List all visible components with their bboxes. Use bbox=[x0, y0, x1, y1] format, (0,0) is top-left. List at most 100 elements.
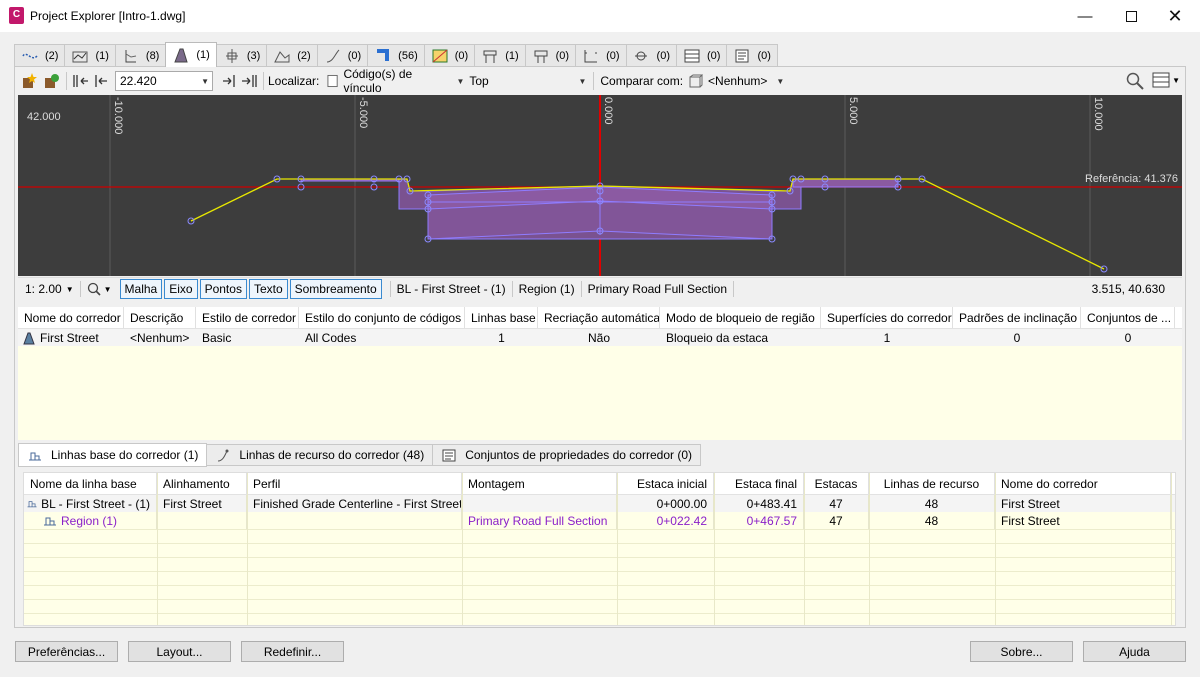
column-header[interactable]: Montagem bbox=[462, 473, 617, 494]
baseline-table: Nome da linha base Alinhamento Perfil Monta… bbox=[23, 472, 1176, 626]
table-cell: 0+483.41 bbox=[714, 495, 804, 512]
tab-corridor[interactable]: (1) bbox=[165, 42, 217, 67]
tab-alignment[interactable]: (2) bbox=[14, 44, 66, 66]
parcel-icon bbox=[432, 49, 448, 62]
tab-sheet[interactable]: (0) bbox=[726, 44, 778, 66]
scale-select[interactable]: 1: 2.00 ▼ bbox=[25, 282, 74, 296]
reset-button[interactable]: Redefinir... bbox=[241, 641, 344, 662]
sample-line-icon bbox=[225, 48, 238, 63]
grid-line bbox=[24, 529, 1175, 530]
column-header[interactable]: Nome do corredor bbox=[18, 307, 124, 328]
grid-layout-icon[interactable]: ▼ bbox=[1152, 72, 1180, 88]
toggle-malha[interactable]: Malha bbox=[119, 279, 163, 299]
tab-property-sets[interactable]: Conjuntos de propriedades do corredor (0… bbox=[432, 444, 701, 466]
tab-subassembly[interactable]: (0) bbox=[524, 44, 577, 66]
tab-count: (2) bbox=[297, 49, 311, 62]
tab-count: (0) bbox=[757, 49, 771, 62]
tab-sample-line[interactable]: (3) bbox=[215, 44, 268, 66]
tab-profile[interactable]: (8) bbox=[114, 44, 167, 66]
column-header[interactable]: Estacas bbox=[804, 473, 869, 494]
station-select[interactable]: 22.420 ▼ bbox=[115, 71, 213, 91]
add-star-icon[interactable] bbox=[18, 70, 40, 92]
preferences-button[interactable]: Preferências... bbox=[15, 641, 118, 662]
column-header[interactable]: Estaca inicial bbox=[617, 473, 714, 494]
close-button[interactable]: ✕ bbox=[1152, 0, 1198, 32]
baseline-icon bbox=[29, 452, 41, 460]
tab-feature-line[interactable]: (0) bbox=[316, 44, 369, 66]
region-label: Region (1) bbox=[518, 282, 575, 296]
cube-icon bbox=[689, 74, 704, 88]
column-header[interactable]: Estilo de corredor bbox=[196, 307, 299, 328]
tab-pipe[interactable]: (56) bbox=[367, 44, 425, 66]
minimize-button[interactable]: — bbox=[1062, 0, 1108, 32]
refresh-icon[interactable] bbox=[40, 70, 62, 92]
first-station-icon[interactable] bbox=[71, 70, 91, 92]
table-cell: Não bbox=[587, 330, 610, 345]
column-header[interactable]: Descrição bbox=[124, 307, 196, 328]
column-header[interactable]: Alinhamento bbox=[157, 473, 247, 494]
table-row[interactable]: First Street <Nenhum> Basic All Codes 1 Não Bl… bbox=[18, 329, 1182, 346]
column-header[interactable]: Nome da linha base bbox=[24, 473, 157, 494]
column-header[interactable]: Superfícies do corredor bbox=[821, 307, 953, 328]
about-button[interactable]: Sobre... bbox=[970, 641, 1073, 662]
last-station-icon[interactable] bbox=[239, 70, 259, 92]
tab-profile-view[interactable]: (1) bbox=[64, 44, 116, 66]
surface-icon bbox=[274, 50, 290, 62]
compare-select[interactable]: <Nenhum> ▼ bbox=[689, 74, 787, 88]
next-station-icon[interactable] bbox=[219, 70, 239, 92]
grid-column-line bbox=[617, 473, 618, 625]
feature-line-icon bbox=[326, 49, 340, 62]
maximize-button[interactable] bbox=[1108, 0, 1154, 32]
table-cell: Basic bbox=[202, 330, 232, 345]
table-cell: Finished Grade Centerline - First Street bbox=[247, 495, 462, 512]
table-cell: First Street bbox=[995, 495, 1171, 512]
column-header[interactable]: Modo de bloqueio de região bbox=[660, 307, 821, 328]
toggle-eixo[interactable]: Eixo bbox=[164, 279, 198, 299]
region-row[interactable]: Region (1) Primary Road Full Section 0+022… bbox=[24, 512, 1175, 529]
corridor-detail-tabs: Linhas base do corredor (1) Linhas de rec… bbox=[18, 443, 701, 467]
tab-assembly[interactable]: (1) bbox=[474, 44, 526, 66]
tab-surface[interactable]: (2) bbox=[266, 44, 318, 66]
search-icon[interactable] bbox=[1126, 72, 1144, 93]
tab-feature-lines[interactable]: Linhas de recurso do corredor (48) bbox=[206, 444, 434, 466]
column-header[interactable]: Conjuntos de ... bbox=[1081, 307, 1175, 328]
table-cell: Region (1) bbox=[24, 512, 157, 529]
column-header[interactable]: Estilo do conjunto de códigos bbox=[299, 307, 465, 328]
column-header[interactable]: Estaca final bbox=[714, 473, 804, 494]
column-header[interactable]: Linhas base bbox=[465, 307, 538, 328]
zoom-icon[interactable]: ▼ bbox=[87, 282, 112, 296]
help-button[interactable]: Ajuda bbox=[1083, 641, 1186, 662]
previous-station-icon[interactable] bbox=[91, 70, 111, 92]
corridor-icon bbox=[174, 48, 189, 63]
tab-count: (2) bbox=[45, 49, 59, 62]
section-view-icon bbox=[584, 49, 598, 62]
baseline-row[interactable]: BL - First Street - (1) First Street Finis… bbox=[24, 495, 1175, 512]
grid-column-line bbox=[462, 473, 463, 625]
table-cell: First Street bbox=[995, 512, 1171, 529]
toggle-texto[interactable]: Texto bbox=[248, 279, 288, 299]
title-bar: C Project Explorer [Intro-1.dwg] — ✕ bbox=[0, 0, 1200, 32]
column-header[interactable]: Linhas de recurso bbox=[869, 473, 995, 494]
toggle-sombreamento[interactable]: Sombreamento bbox=[289, 279, 382, 299]
section-viewer[interactable]: 42.000 Referência: 41.376 -10.000 -5.000 0… bbox=[18, 95, 1182, 276]
tab-section-view[interactable]: (0) bbox=[575, 44, 627, 66]
tab-table[interactable]: (0) bbox=[676, 44, 728, 66]
column-header[interactable]: Recriação automática bbox=[538, 307, 660, 328]
tab-baselines[interactable]: Linhas base do corredor (1) bbox=[18, 443, 208, 467]
table-cell: 0+022.42 bbox=[617, 512, 714, 529]
tab-count: (1) bbox=[196, 49, 210, 61]
tab-intersection[interactable]: (0) bbox=[625, 44, 677, 66]
tab-parcel[interactable]: (0) bbox=[423, 44, 476, 66]
column-header[interactable]: Nome do corredor bbox=[995, 473, 1171, 494]
top-select[interactable]: Top ▼ bbox=[469, 74, 589, 88]
chevron-down-icon: ▼ bbox=[456, 76, 465, 86]
layout-button[interactable]: Layout... bbox=[128, 641, 231, 662]
reference-label: Referência: 41.376 bbox=[1085, 173, 1178, 185]
grid-line bbox=[24, 571, 1175, 572]
grid-column-line bbox=[247, 473, 248, 625]
alignment-icon bbox=[22, 53, 38, 58]
column-header[interactable]: Padrões de inclinação bbox=[953, 307, 1081, 328]
toggle-pontos[interactable]: Pontos bbox=[199, 279, 247, 299]
link-codes-select[interactable]: Código(s) de vínculo ▼ bbox=[327, 67, 467, 95]
column-header[interactable]: Perfil bbox=[247, 473, 462, 494]
